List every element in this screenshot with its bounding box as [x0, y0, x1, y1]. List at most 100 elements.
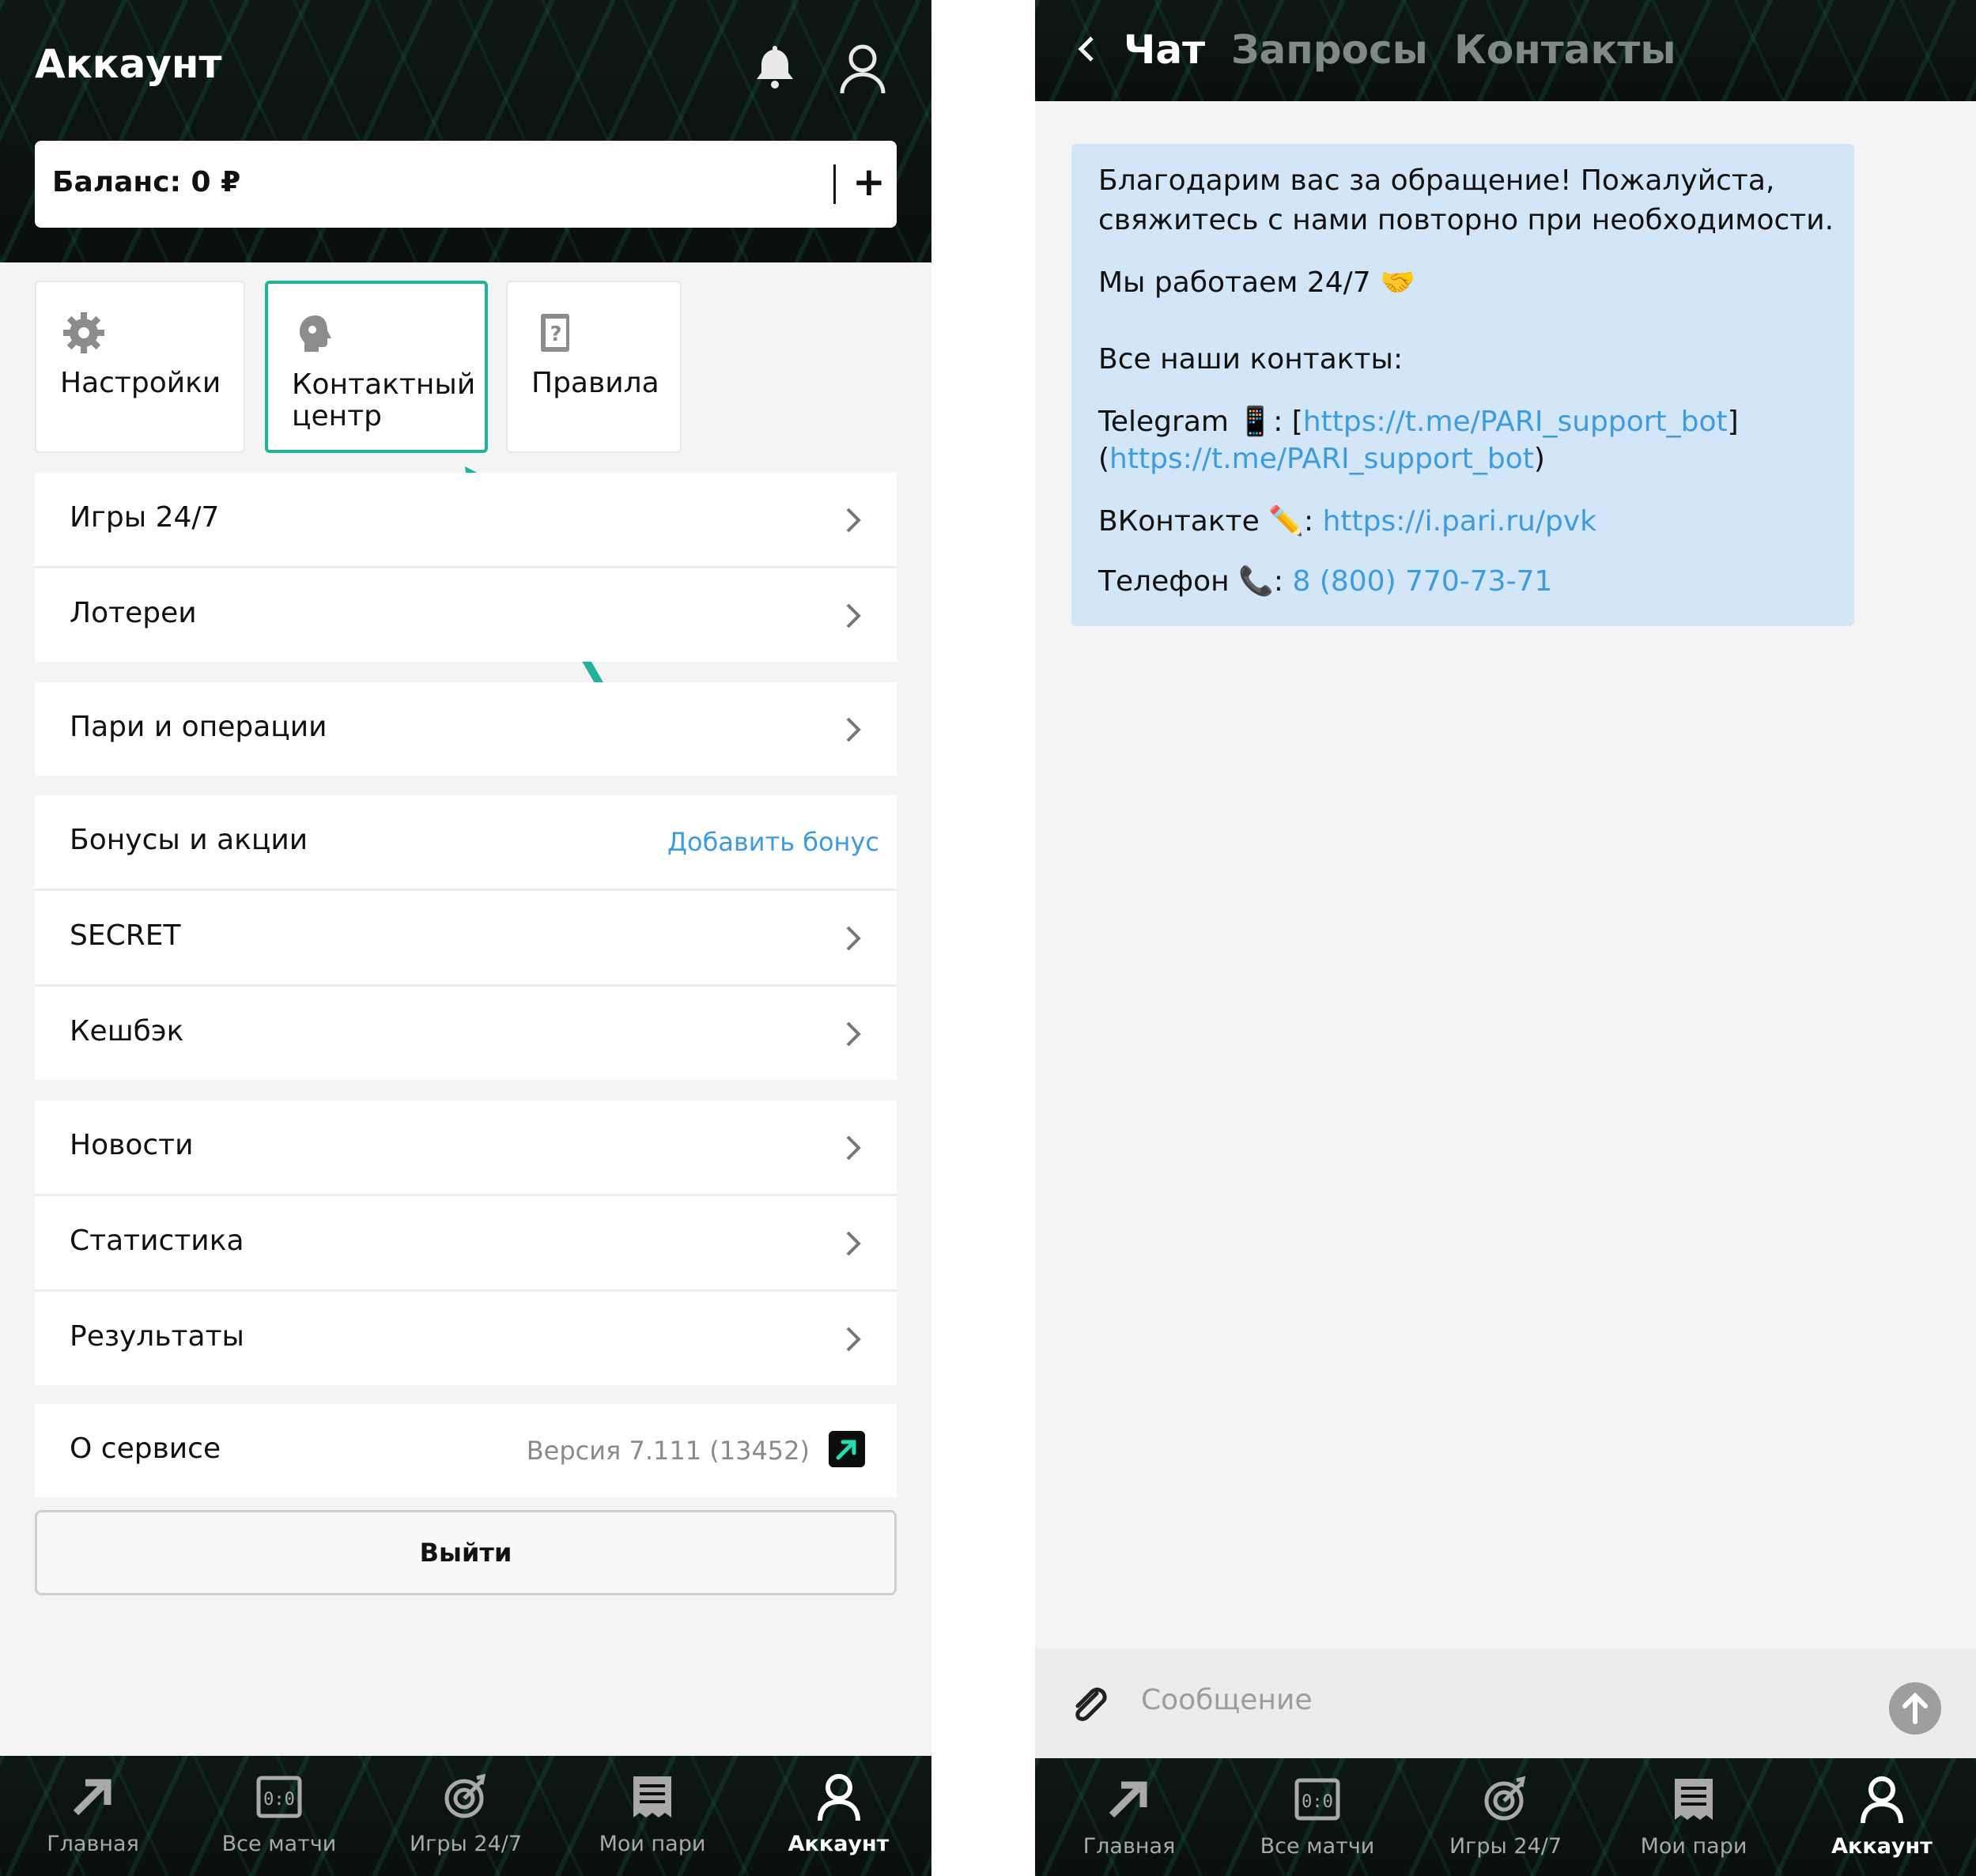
- nav-label: Все матчи: [221, 1832, 337, 1856]
- menu-row-stats[interactable]: Статистика: [35, 1196, 897, 1289]
- menu-row-label: SECRET: [70, 919, 181, 952]
- paperclip-icon[interactable]: [1067, 1682, 1111, 1727]
- bell-icon[interactable]: [750, 41, 800, 92]
- message-line: Все наши контакты:: [1098, 343, 1404, 376]
- menu-row-results[interactable]: Результаты: [35, 1292, 897, 1385]
- profile-icon: [1861, 1776, 1903, 1824]
- rules-book-icon: ?: [541, 314, 569, 352]
- account-screen: Аккаунт Баланс: 0 ₽ + Настройки Контактн…: [0, 0, 931, 1876]
- message-line: свяжитесь с нами повторно при необходимо…: [1098, 204, 1834, 236]
- telegram-line: Telegram 📱: [https://t.me/PARI_support_b…: [1098, 405, 1739, 438]
- menu-row-bets[interactable]: Пари и операции: [35, 682, 897, 776]
- nav-label: Главная: [1082, 1834, 1176, 1859]
- menu-row-label: Пари и операции: [70, 711, 327, 743]
- headset-icon: [300, 315, 331, 352]
- menu-row-cashback[interactable]: Кешбэк: [35, 987, 897, 1080]
- logout-button[interactable]: Выйти: [35, 1510, 897, 1595]
- chevron-right-icon: [846, 603, 861, 628]
- ticket-icon: [1675, 1779, 1713, 1820]
- nav-label: Аккаунт: [1831, 1834, 1933, 1859]
- nav-home[interactable]: Главная: [0, 1756, 186, 1876]
- nav-all-matches[interactable]: 0:0 Все матчи: [1223, 1758, 1411, 1876]
- phone-link[interactable]: 8 (800) 770-73-71: [1292, 565, 1552, 598]
- nav-label: Мои пари: [1640, 1834, 1747, 1859]
- tab-contacts[interactable]: Контакты: [1454, 27, 1676, 73]
- balance-label: Баланс: 0 ₽: [52, 166, 241, 198]
- nav-my-bets[interactable]: Мои пари: [1600, 1758, 1788, 1876]
- menu-row-bonuses[interactable]: Бонусы и акции Добавить бонус: [35, 795, 897, 889]
- menu-row-about[interactable]: О сервисе Версия 7.111 (13452): [35, 1404, 897, 1497]
- send-arrow-icon[interactable]: [1889, 1682, 1941, 1734]
- contact-center-label-line1: Контактный: [292, 368, 476, 401]
- contact-center-label: Контактный центр: [292, 369, 475, 432]
- menu-row-games[interactable]: Игры 24/7: [35, 473, 897, 566]
- menu-row-label: Статистика: [70, 1225, 244, 1257]
- telegram-link[interactable]: https://t.me/PARI_support_bot: [1109, 443, 1534, 475]
- telegram-label: Telegram 📱: [: [1098, 406, 1303, 438]
- vk-line: ВКонтакте ✏️: https://i.pari.ru/pvk: [1098, 504, 1596, 538]
- nav-account[interactable]: Аккаунт: [746, 1756, 931, 1876]
- profile-icon[interactable]: [834, 40, 891, 96]
- menu-row-label: Лотереи: [70, 597, 197, 629]
- nav-games[interactable]: Игры 24/7: [1411, 1758, 1600, 1876]
- chevron-right-icon: [846, 717, 861, 742]
- menu-row-lotteries[interactable]: Лотереи: [35, 568, 897, 662]
- chevron-right-icon: [846, 508, 861, 533]
- menu-row-label: Бонусы и акции: [70, 824, 308, 856]
- bottom-nav: Главная 0:0 Все матчи Игры 24/7 Мои пари…: [0, 1756, 931, 1876]
- message-composer: Сообщение: [1035, 1649, 1976, 1758]
- app-logo-icon: [829, 1431, 865, 1467]
- contact-center-label-line2: центр: [292, 400, 383, 432]
- paren: ): [1533, 443, 1545, 475]
- target-icon: [444, 1773, 486, 1818]
- ticket-icon: [633, 1776, 671, 1817]
- add-bonus-link[interactable]: Добавить бонус: [667, 827, 879, 857]
- menu-row-label: Кешбэк: [70, 1015, 184, 1047]
- vk-link[interactable]: https://i.pari.ru/pvk: [1323, 505, 1596, 538]
- tab-requests[interactable]: Запросы: [1231, 27, 1428, 73]
- svg-text:0:0: 0:0: [1302, 1792, 1333, 1812]
- menu-row-label: О сервисе: [70, 1432, 221, 1465]
- nav-all-matches[interactable]: 0:0 Все матчи: [186, 1756, 372, 1876]
- contact-center-tile[interactable]: Контактный центр: [265, 281, 488, 453]
- chevron-right-icon: [846, 1231, 861, 1256]
- phone-line: Телефон 📞: 8 (800) 770-73-71: [1098, 564, 1552, 598]
- chat-screen: Чат Запросы Контакты Благодарим вас за о…: [1035, 0, 1976, 1876]
- menu-row-label: Игры 24/7: [70, 501, 220, 534]
- chat-header: Чат Запросы Контакты: [1035, 0, 1976, 101]
- back-chevron-icon[interactable]: [1075, 33, 1098, 65]
- nav-games[interactable]: Игры 24/7: [372, 1756, 559, 1876]
- nav-my-bets[interactable]: Мои пари: [559, 1756, 746, 1876]
- target-icon: [1484, 1776, 1526, 1821]
- menu-row-label: Результаты: [70, 1320, 244, 1353]
- rules-label: Правила: [531, 367, 659, 399]
- svg-text:?: ?: [550, 323, 561, 346]
- chevron-right-icon: [846, 1327, 861, 1352]
- telegram-link[interactable]: https://t.me/PARI_support_bot: [1303, 406, 1728, 438]
- nav-account[interactable]: Аккаунт: [1788, 1758, 1976, 1876]
- account-header: Аккаунт Баланс: 0 ₽ +: [0, 0, 931, 262]
- add-funds-button[interactable]: +: [849, 153, 889, 210]
- phone-label: Телефон 📞:: [1098, 565, 1293, 598]
- home-arrow-icon: [1109, 1781, 1147, 1818]
- tab-chat[interactable]: Чат: [1124, 27, 1205, 73]
- menu-row-news[interactable]: Новости: [35, 1100, 897, 1194]
- bottom-nav: Главная 0:0 Все матчи Игры 24/7 Мои пари…: [1035, 1758, 1976, 1876]
- balance-bar: Баланс: 0 ₽ +: [35, 141, 897, 228]
- paren: (: [1098, 443, 1110, 475]
- nav-label: Аккаунт: [788, 1832, 890, 1856]
- message-input[interactable]: Сообщение: [1141, 1684, 1313, 1716]
- scoreboard-icon: 0:0: [1294, 1778, 1340, 1821]
- gear-icon: [63, 312, 104, 353]
- nav-label: Мои пари: [599, 1832, 706, 1856]
- scoreboard-icon: 0:0: [256, 1776, 302, 1818]
- settings-tile[interactable]: Настройки: [35, 281, 245, 453]
- message-line: Мы работаем 24/7 🤝: [1098, 266, 1415, 299]
- telegram-line-2: (https://t.me/PARI_support_bot): [1098, 443, 1545, 475]
- rules-tile[interactable]: ? Правила: [506, 281, 682, 453]
- menu-row-secret[interactable]: SECRET: [35, 891, 897, 984]
- nav-home[interactable]: Главная: [1035, 1758, 1223, 1876]
- separator-gap: [931, 0, 1035, 1876]
- nav-label: Игры 24/7: [1449, 1834, 1562, 1859]
- home-arrow-icon: [73, 1779, 111, 1816]
